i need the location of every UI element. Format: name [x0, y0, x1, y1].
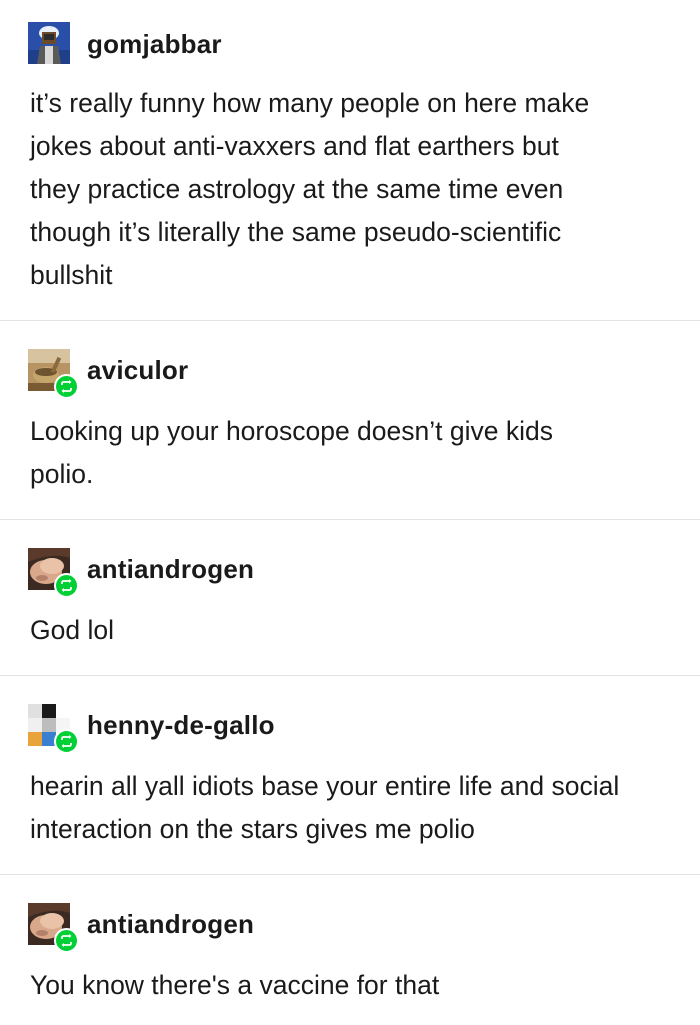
post-line: bullshit [30, 260, 113, 290]
post-divider [0, 675, 700, 676]
reblog-badge-icon [54, 573, 79, 598]
reblog-arrows-icon [61, 380, 72, 393]
username-aviculor[interactable]: aviculor [87, 355, 188, 386]
post-divider [0, 874, 700, 875]
post-line: polio. [30, 459, 94, 489]
post-line: Looking up your horoscope doesn’t give k… [30, 416, 553, 446]
post-body-henny-de-gallo: hearin all yall idiots base your entire … [30, 765, 680, 851]
astronaut-avatar-icon [28, 22, 70, 64]
reblog-badge-icon [54, 374, 79, 399]
post-line: interaction on the stars gives me polio [30, 814, 475, 844]
post-body-antiandrogen: God lol [30, 609, 680, 652]
post-line: though it’s literally the same pseudo-sc… [30, 217, 562, 247]
reblog-badge-icon [54, 729, 79, 754]
avatar-gomjabbar[interactable] [28, 22, 70, 64]
post-line: jokes about anti-vaxxers and flat earthe… [30, 131, 559, 161]
post-divider [0, 519, 700, 520]
post-line: it’s really funny how many people on her… [30, 88, 590, 118]
username-antiandrogen-2[interactable]: antiandrogen [87, 909, 254, 940]
post-body-antiandrogen-2: You know there's a vaccine for that [30, 964, 680, 1007]
username-gomjabbar[interactable]: gomjabbar [87, 29, 222, 60]
reblog-arrows-icon [61, 934, 72, 947]
reblog-badge-icon [54, 928, 79, 953]
post-line: hearin all yall idiots base your entire … [30, 771, 620, 801]
username-antiandrogen[interactable]: antiandrogen [87, 554, 254, 585]
post-body-gomjabbar: it’s really funny how many people on her… [30, 82, 680, 297]
post-body-aviculor: Looking up your horoscope doesn’t give k… [30, 410, 680, 496]
post-divider [0, 320, 700, 321]
post-line: they practice astrology at the same time… [30, 174, 564, 204]
username-henny-de-gallo[interactable]: henny-de-gallo [87, 710, 275, 741]
reblog-thread: gomjabbar it’s really funny how many peo… [0, 0, 700, 1025]
post-line: You know there's a vaccine for that [30, 970, 440, 1000]
reblog-arrows-icon [61, 579, 72, 592]
post-line: God lol [30, 615, 114, 645]
reblog-arrows-icon [61, 735, 72, 748]
